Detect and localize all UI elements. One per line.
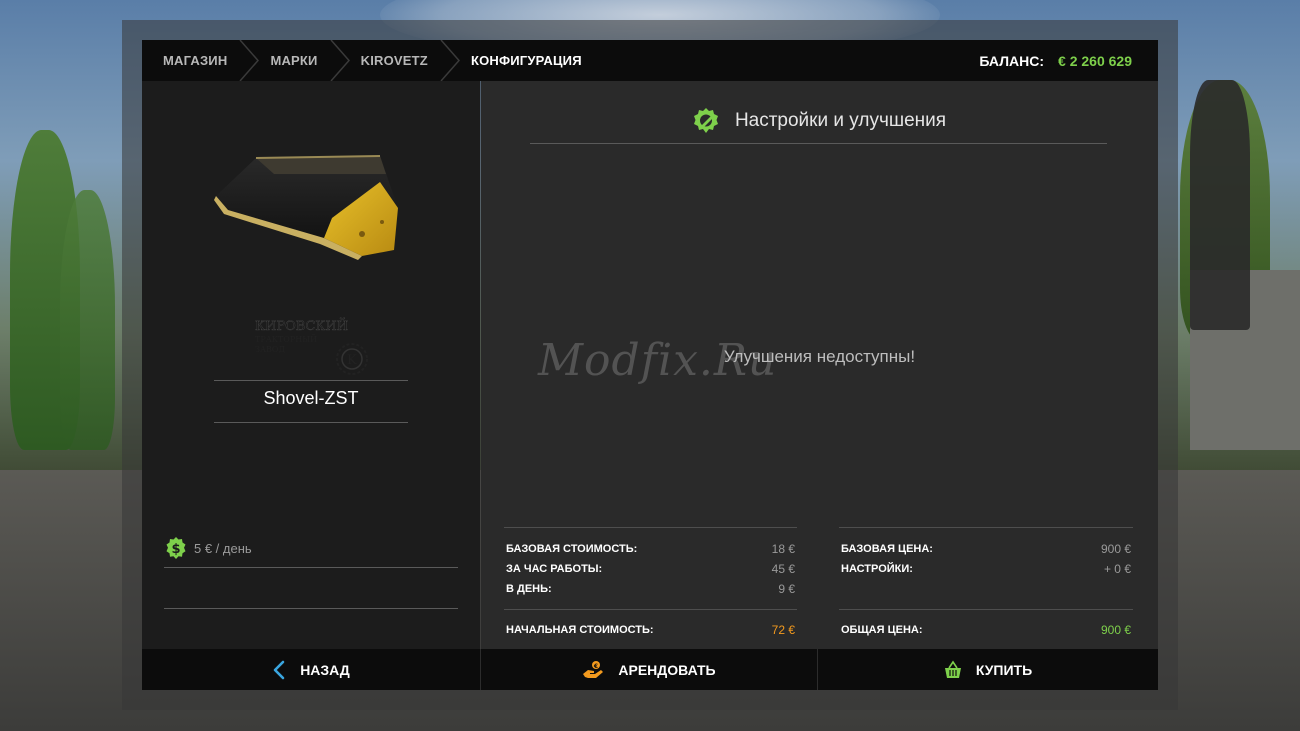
row-label: ЗА ЧАС РАБОТЫ:	[506, 563, 603, 575]
upgrades-header: Настройки и улучшения	[530, 98, 1107, 144]
breadcrumb-shop[interactable]: МАГАЗИН	[142, 40, 260, 81]
breadcrumb-label: МАГАЗИН	[163, 53, 228, 68]
background-statue	[1190, 80, 1250, 330]
rental-cost-table: БАЗОВАЯ СТОИМОСТЬ: 18 € ЗА ЧАС РАБОТЫ: 4…	[504, 527, 797, 650]
svg-text:КИРОВСКИЙ: КИРОВСКИЙ	[255, 317, 348, 334]
breadcrumb-configuration: КОНФИГУРАЦИЯ	[450, 40, 604, 81]
basket-icon	[944, 660, 961, 678]
rent-button[interactable]: € АРЕНДОВАТЬ	[480, 649, 818, 690]
table-row: ЗА ЧАС РАБОТЫ: 45 €	[504, 559, 797, 579]
total-row: ОБЩАЯ ЦЕНА: 900 €	[839, 610, 1133, 650]
back-button[interactable]: НАЗАД	[142, 649, 480, 690]
total-row: НАЧАЛЬНАЯ СТОИМОСТЬ: 72 €	[504, 610, 797, 650]
money-icon: $	[166, 537, 186, 559]
no-upgrades-message: Улучшения недоступны!	[723, 347, 916, 366]
row-label: НАСТРОЙКИ:	[841, 563, 913, 575]
row-value: 45 €	[771, 562, 795, 576]
row-label: В ДЕНЬ:	[506, 583, 552, 595]
divider	[214, 422, 408, 423]
total-value: 72 €	[771, 623, 795, 637]
row-label: БАЗОВАЯ СТОИМОСТЬ:	[506, 543, 638, 555]
table-row: БАЗОВАЯ СТОИМОСТЬ: 18 €	[504, 539, 797, 559]
buy-button[interactable]: КУПИТЬ	[818, 649, 1158, 690]
divider	[164, 567, 458, 568]
top-bar: МАГАЗИН МАРКИ KIROVETZ КОНФИГУРАЦИЯ БАЛА…	[142, 40, 1158, 81]
breadcrumb-label: КОНФИГУРАЦИЯ	[470, 53, 582, 68]
svg-text:ТРАКТОРНЫЙ: ТРАКТОРНЫЙ	[255, 335, 317, 344]
breadcrumb-label: KIROVETZ	[360, 53, 428, 68]
row-label: БАЗОВАЯ ЦЕНА:	[841, 543, 933, 555]
balance-value: € 2 260 629	[1058, 52, 1132, 69]
divider	[164, 608, 458, 609]
svg-text:K: K	[347, 353, 357, 368]
breadcrumb-label: МАРКИ	[270, 53, 318, 68]
purchase-price-table: БАЗОВАЯ ЦЕНА: 900 € НАСТРОЙКИ: + 0 € ОБЩ…	[839, 527, 1133, 650]
product-name: Shovel-ZST	[263, 388, 359, 408]
table-row-empty	[839, 579, 1133, 599]
rent-price-label: 5 € / день	[194, 540, 252, 556]
table-row: В ДЕНЬ: 9 €	[504, 579, 797, 599]
upgrades-title: Настройки и улучшения	[734, 109, 947, 131]
rent-price: $ 5 € / день	[164, 536, 252, 560]
background-tree	[60, 190, 115, 450]
balance-label: БАЛАНС:	[979, 52, 1045, 69]
row-value: 18 €	[771, 542, 795, 556]
shovel-image	[214, 155, 398, 260]
divider	[214, 380, 408, 381]
svg-text:ЗАВОД: ЗАВОД	[255, 345, 285, 354]
hand-coin-icon: €	[583, 660, 604, 678]
balance: БАЛАНС: € 2 260 629	[979, 53, 1132, 69]
action-bar: НАЗАД € АРЕНДОВАТЬ КУПИТЬ	[142, 649, 1158, 690]
table-row: БАЗОВАЯ ЦЕНА: 900 €	[839, 539, 1133, 559]
row-value: 9 €	[778, 582, 795, 596]
chevron-left-icon	[273, 660, 285, 679]
buy-button-label: КУПИТЬ	[975, 661, 1033, 678]
row-value: 900 €	[1100, 542, 1131, 556]
total-label: НАЧАЛЬНАЯ СТОИМОСТЬ:	[506, 624, 654, 636]
breadcrumb-brands[interactable]: МАРКИ	[249, 40, 350, 81]
breadcrumb-kirovetz[interactable]: KIROVETZ	[340, 40, 460, 81]
svg-text:$: $	[171, 542, 180, 557]
total-value: 900 €	[1100, 623, 1131, 637]
total-label: ОБЩАЯ ЦЕНА:	[841, 624, 923, 636]
table-row: НАСТРОЙКИ: + 0 €	[839, 559, 1133, 579]
svg-text:€: €	[593, 663, 598, 670]
settings-wrench-icon	[693, 107, 718, 133]
rent-button-label: АРЕНДОВАТЬ	[618, 661, 716, 678]
back-button-label: НАЗАД	[300, 661, 350, 678]
row-value: + 0 €	[1103, 562, 1131, 576]
kirovets-logo: КИРОВСКИЙ ТРАКТОРНЫЙ ЗАВОД K	[255, 317, 368, 375]
